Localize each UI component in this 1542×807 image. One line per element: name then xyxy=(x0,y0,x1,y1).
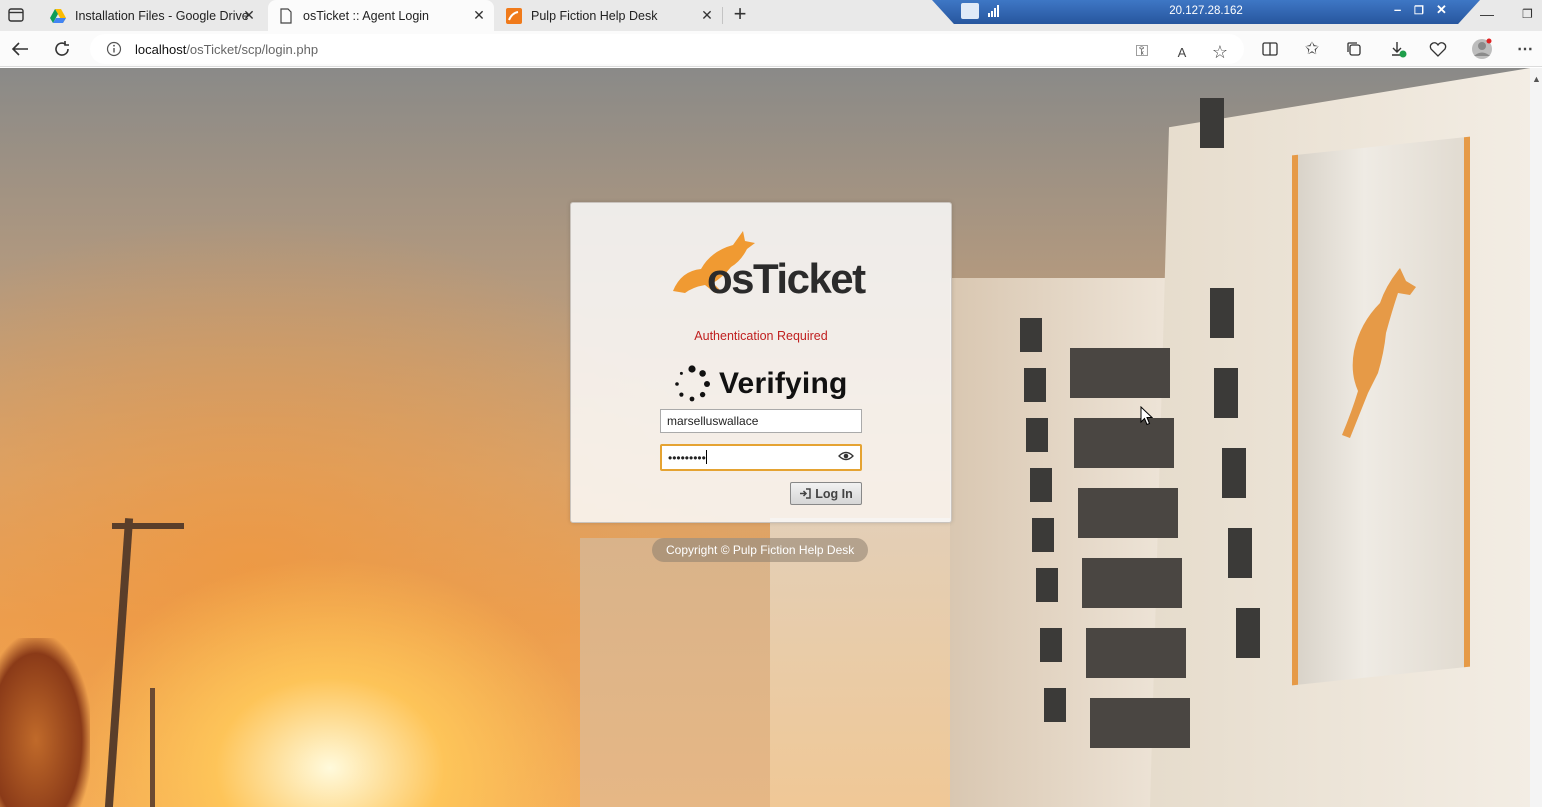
username-field[interactable]: marselluswallace xyxy=(660,409,862,433)
google-drive-icon xyxy=(50,8,66,23)
window xyxy=(1030,468,1052,502)
tab-pulp-fiction[interactable]: Pulp Fiction Help Desk ✕ xyxy=(496,0,722,31)
window xyxy=(1236,608,1260,658)
building-left xyxy=(580,538,780,807)
page-icon xyxy=(280,7,292,24)
show-password-icon[interactable] xyxy=(838,449,854,463)
key-icon[interactable]: ⚿ xyxy=(1130,40,1154,64)
refresh-icon[interactable] xyxy=(50,37,74,61)
tab-strip: Installation Files - Google Drive ✕ osTi… xyxy=(0,0,1542,31)
window xyxy=(1024,368,1046,402)
window xyxy=(1222,448,1246,498)
tab-title: Installation Files - Google Drive xyxy=(75,8,249,23)
kangaroo-icon xyxy=(1342,268,1416,438)
address-toolbar: localhost/osTicket/scp/login.php ⚿ A ☆ ✩… xyxy=(0,31,1542,67)
tab-title: osTicket :: Agent Login xyxy=(303,8,430,23)
tab-actions-icon[interactable] xyxy=(4,4,28,26)
close-tab-icon[interactable]: ✕ xyxy=(472,8,486,22)
tab-google-drive[interactable]: Installation Files - Google Drive ✕ xyxy=(40,0,264,31)
address-bar[interactable]: localhost/osTicket/scp/login.php ⚿ A ☆ xyxy=(90,34,1244,64)
username-value: marselluswallace xyxy=(667,414,759,428)
street-lamp xyxy=(104,518,134,807)
new-tab-button[interactable]: + xyxy=(728,3,752,27)
split-screen-icon[interactable] xyxy=(1258,37,1282,61)
login-box: osTicket Authentication Required Verifyi… xyxy=(570,202,952,523)
downloads-icon[interactable] xyxy=(1386,37,1410,61)
info-icon[interactable] xyxy=(106,41,122,57)
tab-separator xyxy=(722,7,723,24)
close-tab-icon[interactable]: ✕ xyxy=(700,8,714,22)
remote-restore-icon[interactable]: ❐ xyxy=(1414,4,1424,17)
favorites-icon[interactable]: ✩ xyxy=(1300,37,1324,61)
copyright-footer: Copyright © Pulp Fiction Help Desk xyxy=(652,538,869,562)
login-button[interactable]: Log In xyxy=(790,482,862,505)
password-field[interactable]: ••••••••• xyxy=(660,444,862,471)
collections-icon[interactable] xyxy=(1342,37,1366,61)
back-icon[interactable] xyxy=(8,37,32,61)
logo-text: osTicket xyxy=(707,255,866,302)
close-tab-icon[interactable]: ✕ xyxy=(242,8,256,22)
window xyxy=(1036,568,1058,602)
window xyxy=(1210,288,1234,338)
street-lamp-arm xyxy=(112,523,184,529)
window xyxy=(1032,518,1054,552)
tab-agent-login[interactable]: osTicket :: Agent Login ✕ xyxy=(268,0,494,31)
tree xyxy=(0,638,90,807)
street-lamp xyxy=(150,688,155,807)
osticket-favicon xyxy=(506,7,522,24)
url-text[interactable]: localhost/osTicket/scp/login.php xyxy=(135,42,318,57)
scroll-up-icon[interactable]: ▲ xyxy=(1532,74,1541,84)
remote-close-icon[interactable]: ✕ xyxy=(1436,2,1447,18)
read-aloud-icon[interactable]: A xyxy=(1170,40,1194,64)
tab-title: Pulp Fiction Help Desk xyxy=(531,8,658,23)
balcony xyxy=(1078,488,1178,538)
balcony xyxy=(1074,418,1174,468)
window xyxy=(1020,318,1042,352)
window-restore-icon[interactable]: ❐ xyxy=(1522,7,1533,21)
sign-in-icon xyxy=(800,488,811,499)
verifying-text: Verifying xyxy=(719,367,848,400)
osticket-logo: osTicket xyxy=(673,231,868,302)
balcony xyxy=(1090,698,1190,748)
balcony xyxy=(1086,628,1186,678)
more-menu-icon[interactable]: ⋯ xyxy=(1513,37,1537,61)
window xyxy=(1040,628,1062,662)
login-button-label: Log In xyxy=(815,486,853,501)
verifying-status: Verifying xyxy=(673,365,848,403)
password-value: ••••••••• xyxy=(668,451,706,465)
mouse-cursor-icon xyxy=(1140,406,1153,426)
browser-essentials-icon[interactable] xyxy=(1426,37,1450,61)
window xyxy=(1044,688,1066,722)
auth-message: Authentication Required xyxy=(694,329,828,343)
remote-session-bar: 20.127.28.162 – ❐ ✕ xyxy=(932,0,1480,24)
window xyxy=(1214,368,1238,418)
page-scrollbar[interactable]: ▲ xyxy=(1530,68,1542,807)
balcony xyxy=(1082,558,1182,608)
window-minimize-icon[interactable]: — xyxy=(1480,6,1494,22)
window xyxy=(1026,418,1048,452)
balcony xyxy=(1070,348,1170,398)
profile-avatar-icon[interactable] xyxy=(1470,37,1494,61)
favorite-star-icon[interactable]: ☆ xyxy=(1208,40,1232,64)
window xyxy=(1200,98,1224,148)
remote-minimize-icon[interactable]: – xyxy=(1394,2,1401,17)
spinner-icon xyxy=(675,365,710,402)
window xyxy=(1228,528,1252,578)
page-background: osTicket Authentication Required Verifyi… xyxy=(0,68,1530,807)
